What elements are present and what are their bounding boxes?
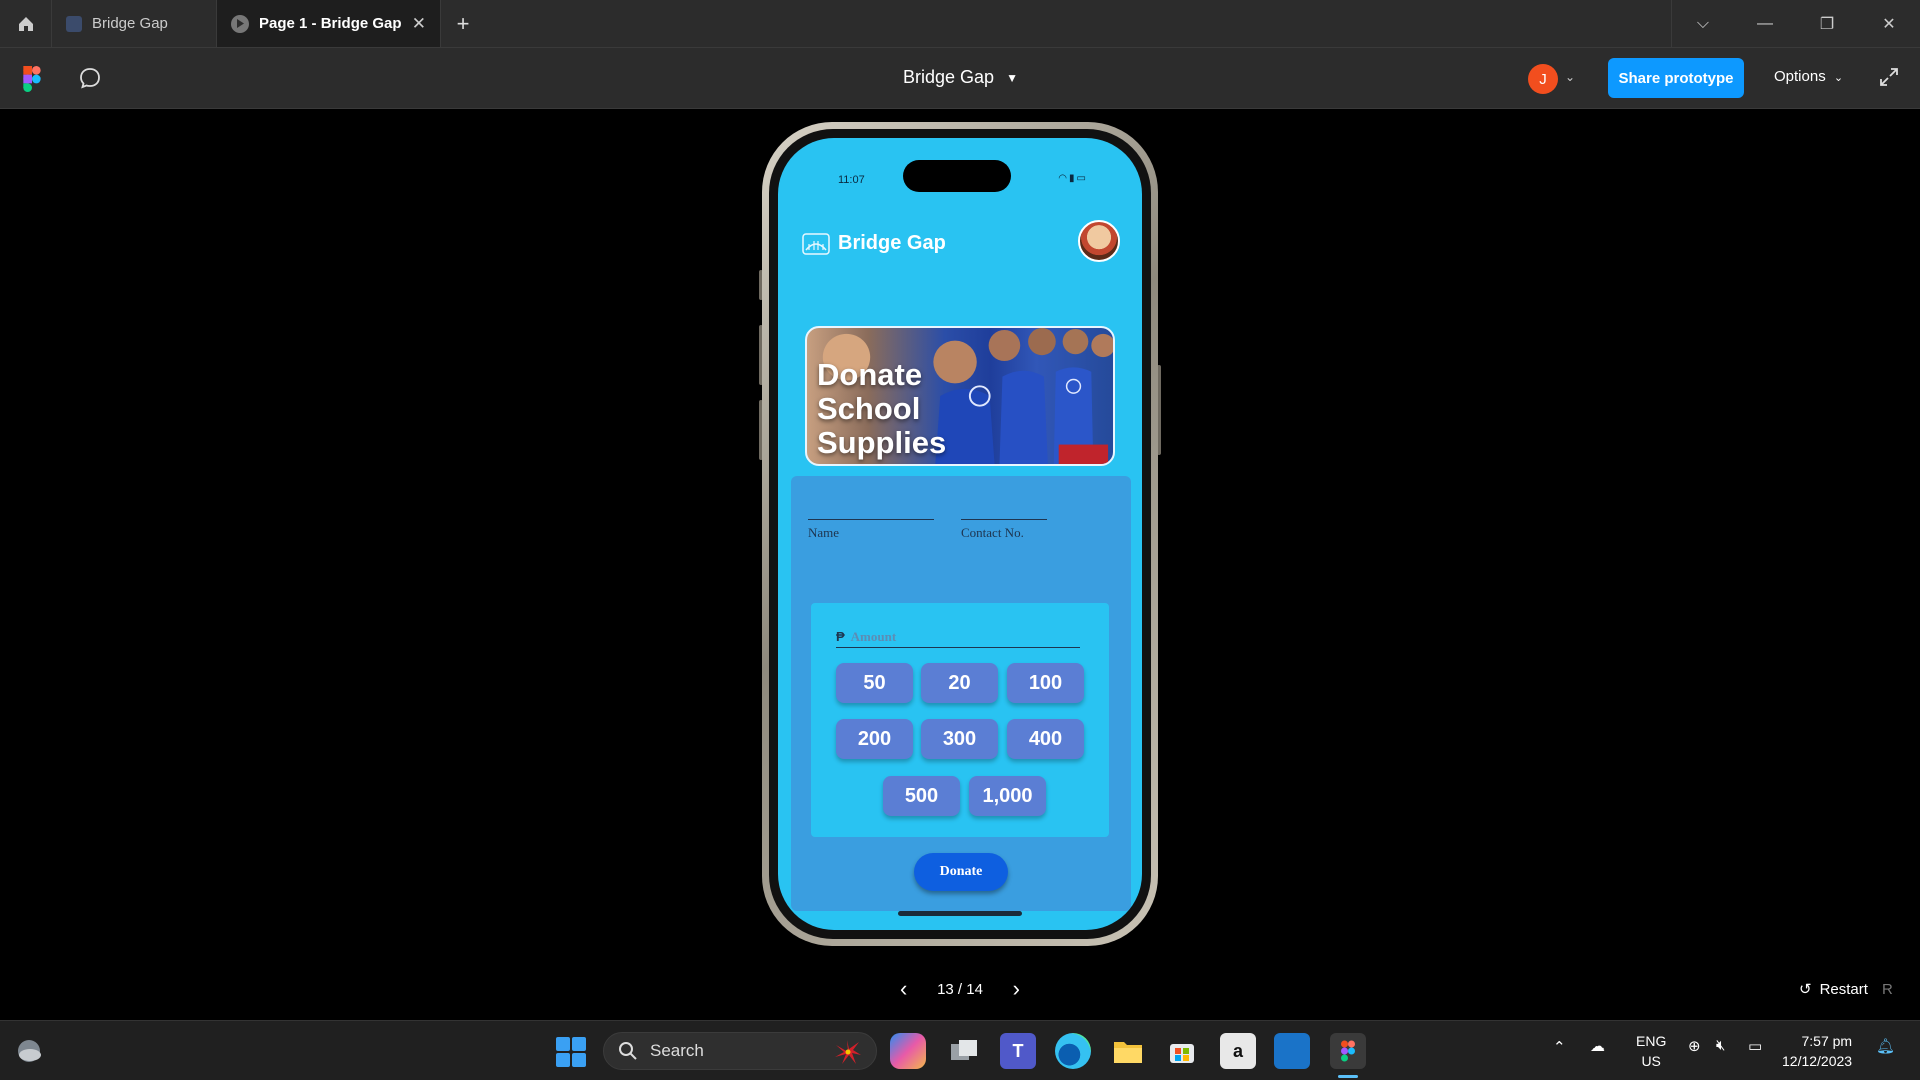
- onedrive-error-icon[interactable]: ☁: [1590, 1037, 1605, 1055]
- weather-icon[interactable]: [14, 1037, 44, 1065]
- browser-tabbar: Bridge Gap Page 1 - Bridge Gap ✕ + ⌵ — ❐…: [0, 0, 1920, 48]
- banner-title: Donate School Supplies: [817, 357, 947, 460]
- wifi-icon: ◠: [1058, 173, 1070, 184]
- amount-button-400[interactable]: 400: [1007, 719, 1084, 759]
- app-screen: 11:07 ◠▮▭ Bridge Gap Donate School Suppl…: [778, 138, 1142, 930]
- bridge-gap-logo-icon: [802, 233, 830, 255]
- frame-pager: ‹ 13 / 14 ›: [900, 976, 1020, 1002]
- signal-icon: ▮: [1069, 173, 1077, 184]
- copilot-icon[interactable]: [890, 1033, 926, 1069]
- clock-date: 12/12/2023: [1782, 1053, 1853, 1069]
- window-controls: ⌵ — ❐ ✕: [1671, 0, 1920, 47]
- contact-field[interactable]: [961, 504, 1047, 520]
- restart-label: Restart: [1819, 980, 1868, 998]
- whiteboard-icon[interactable]: [1274, 1033, 1310, 1069]
- tab-bridge-gap[interactable]: Bridge Gap: [52, 0, 217, 47]
- amount-placeholder: Amount: [850, 628, 897, 644]
- notifications-icon[interactable]: 🔔︎: [1876, 1037, 1895, 1055]
- language-indicator[interactable]: ENG US: [1636, 1031, 1666, 1071]
- donate-banner[interactable]: Donate School Supplies: [805, 326, 1115, 466]
- play-icon: [231, 14, 249, 33]
- amount-button-20[interactable]: 20: [921, 663, 998, 703]
- chevron-down-icon: ▼: [1006, 70, 1018, 85]
- frame-counter: 13 / 14: [937, 980, 983, 998]
- restart-icon: ↺: [1799, 981, 1812, 998]
- phone-frame: 11:07 ◠▮▭ Bridge Gap Donate School Suppl…: [762, 122, 1158, 946]
- chevron-down-icon: ⌄: [1833, 72, 1844, 84]
- currency-symbol: ₱: [836, 629, 845, 644]
- show-hidden-icons-icon[interactable]: ⌃: [1553, 1038, 1566, 1056]
- close-window-icon[interactable]: ✕: [1858, 0, 1920, 47]
- amount-panel: ₱ Amount 50 20 100 200 300 400 500 1,000: [811, 603, 1109, 837]
- previous-frame-icon[interactable]: ‹: [900, 976, 907, 1002]
- expand-icon[interactable]: [1878, 66, 1900, 88]
- minimize-icon[interactable]: —: [1734, 0, 1796, 47]
- document-title-menu[interactable]: Bridge Gap ▼: [903, 67, 1018, 88]
- file-explorer-icon[interactable]: [1110, 1033, 1146, 1069]
- share-prototype-button[interactable]: Share prototype: [1608, 58, 1744, 98]
- chevron-down-icon[interactable]: ⌄: [1565, 70, 1575, 84]
- language-code: ENG: [1636, 1033, 1667, 1049]
- microsoft-store-icon[interactable]: [1164, 1033, 1200, 1069]
- amount-button-300[interactable]: 300: [921, 719, 998, 759]
- figma-taskbar-icon[interactable]: [1330, 1033, 1366, 1069]
- task-view-icon[interactable]: [946, 1033, 982, 1069]
- search-label: Search: [650, 1041, 704, 1060]
- system-clock[interactable]: 7:57 pm 12/12/2023: [1782, 1031, 1852, 1071]
- options-label: Options: [1774, 68, 1826, 85]
- restart-shortcut: R: [1881, 980, 1893, 998]
- amount-button-500[interactable]: 500: [883, 776, 960, 816]
- profile-avatar[interactable]: [1078, 220, 1120, 262]
- taskbar-search[interactable]: Search: [603, 1032, 877, 1070]
- dynamic-island: [903, 160, 1011, 192]
- volume-muted-icon[interactable]: 🔇︎: [1716, 1037, 1725, 1054]
- options-menu[interactable]: Options ⌄: [1774, 68, 1843, 85]
- active-app-indicator: [1338, 1075, 1358, 1078]
- amount-button-200[interactable]: 200: [836, 719, 913, 759]
- tab-label: Page 1 - Bridge Gap: [259, 15, 402, 32]
- windows-taskbar: Search T a ⌃ ☁ ENG US ⊕ 🔇︎ ▭ 7:57 pm 12/…: [0, 1020, 1920, 1080]
- figma-logo-icon[interactable]: [22, 66, 42, 92]
- user-avatar[interactable]: J: [1528, 64, 1558, 94]
- edge-icon[interactable]: [1055, 1033, 1091, 1069]
- network-icon[interactable]: ⊕: [1688, 1037, 1701, 1055]
- amount-input[interactable]: ₱ Amount: [836, 626, 1080, 648]
- donation-form: Name Contact No. ₱ Amount 50 20 100 200 …: [791, 476, 1131, 911]
- restore-icon[interactable]: ❐: [1796, 0, 1858, 47]
- tab-label: Bridge Gap: [92, 15, 168, 32]
- home-icon[interactable]: [0, 0, 52, 47]
- name-label: Name: [808, 525, 840, 540]
- tab-list-chevron-icon[interactable]: ⌵: [1672, 0, 1734, 47]
- tab-page-1[interactable]: Page 1 - Bridge Gap ✕: [217, 0, 441, 47]
- amount-button-1000[interactable]: 1,000: [969, 776, 1046, 816]
- document-title: Bridge Gap: [903, 67, 995, 87]
- search-icon: [619, 1042, 637, 1060]
- name-field[interactable]: [808, 504, 934, 520]
- restart-button[interactable]: ↺ Restart R: [1799, 980, 1893, 999]
- status-icons: ◠▮▭: [1058, 173, 1088, 184]
- clock-time: 7:57 pm: [1801, 1033, 1853, 1049]
- figma-file-icon: [66, 15, 82, 32]
- amazon-icon[interactable]: a: [1220, 1033, 1256, 1069]
- start-icon[interactable]: [556, 1037, 586, 1067]
- app-title: Bridge Gap: [838, 232, 946, 254]
- keyboard-region: US: [1641, 1053, 1661, 1069]
- close-tab-icon[interactable]: ✕: [412, 14, 426, 34]
- poinsettia-icon: [835, 1040, 861, 1064]
- donate-button[interactable]: Donate: [914, 853, 1008, 891]
- teams-icon[interactable]: T: [1000, 1033, 1036, 1069]
- battery-icon[interactable]: ▭: [1748, 1037, 1762, 1055]
- contact-label: Contact No.: [961, 525, 1024, 540]
- home-indicator: [898, 911, 1022, 916]
- status-time: 11:07: [838, 174, 865, 186]
- battery-icon: ▭: [1076, 173, 1088, 184]
- amount-button-50[interactable]: 50: [836, 663, 913, 703]
- new-tab-icon[interactable]: +: [441, 0, 485, 47]
- next-frame-icon[interactable]: ›: [1013, 976, 1020, 1002]
- prototype-toolbar: Bridge Gap ▼ J ⌄ Share prototype Options…: [0, 48, 1920, 109]
- comment-icon[interactable]: [78, 66, 102, 90]
- phone-bezel: 11:07 ◠▮▭ Bridge Gap Donate School Suppl…: [769, 129, 1151, 939]
- amount-button-100[interactable]: 100: [1007, 663, 1084, 703]
